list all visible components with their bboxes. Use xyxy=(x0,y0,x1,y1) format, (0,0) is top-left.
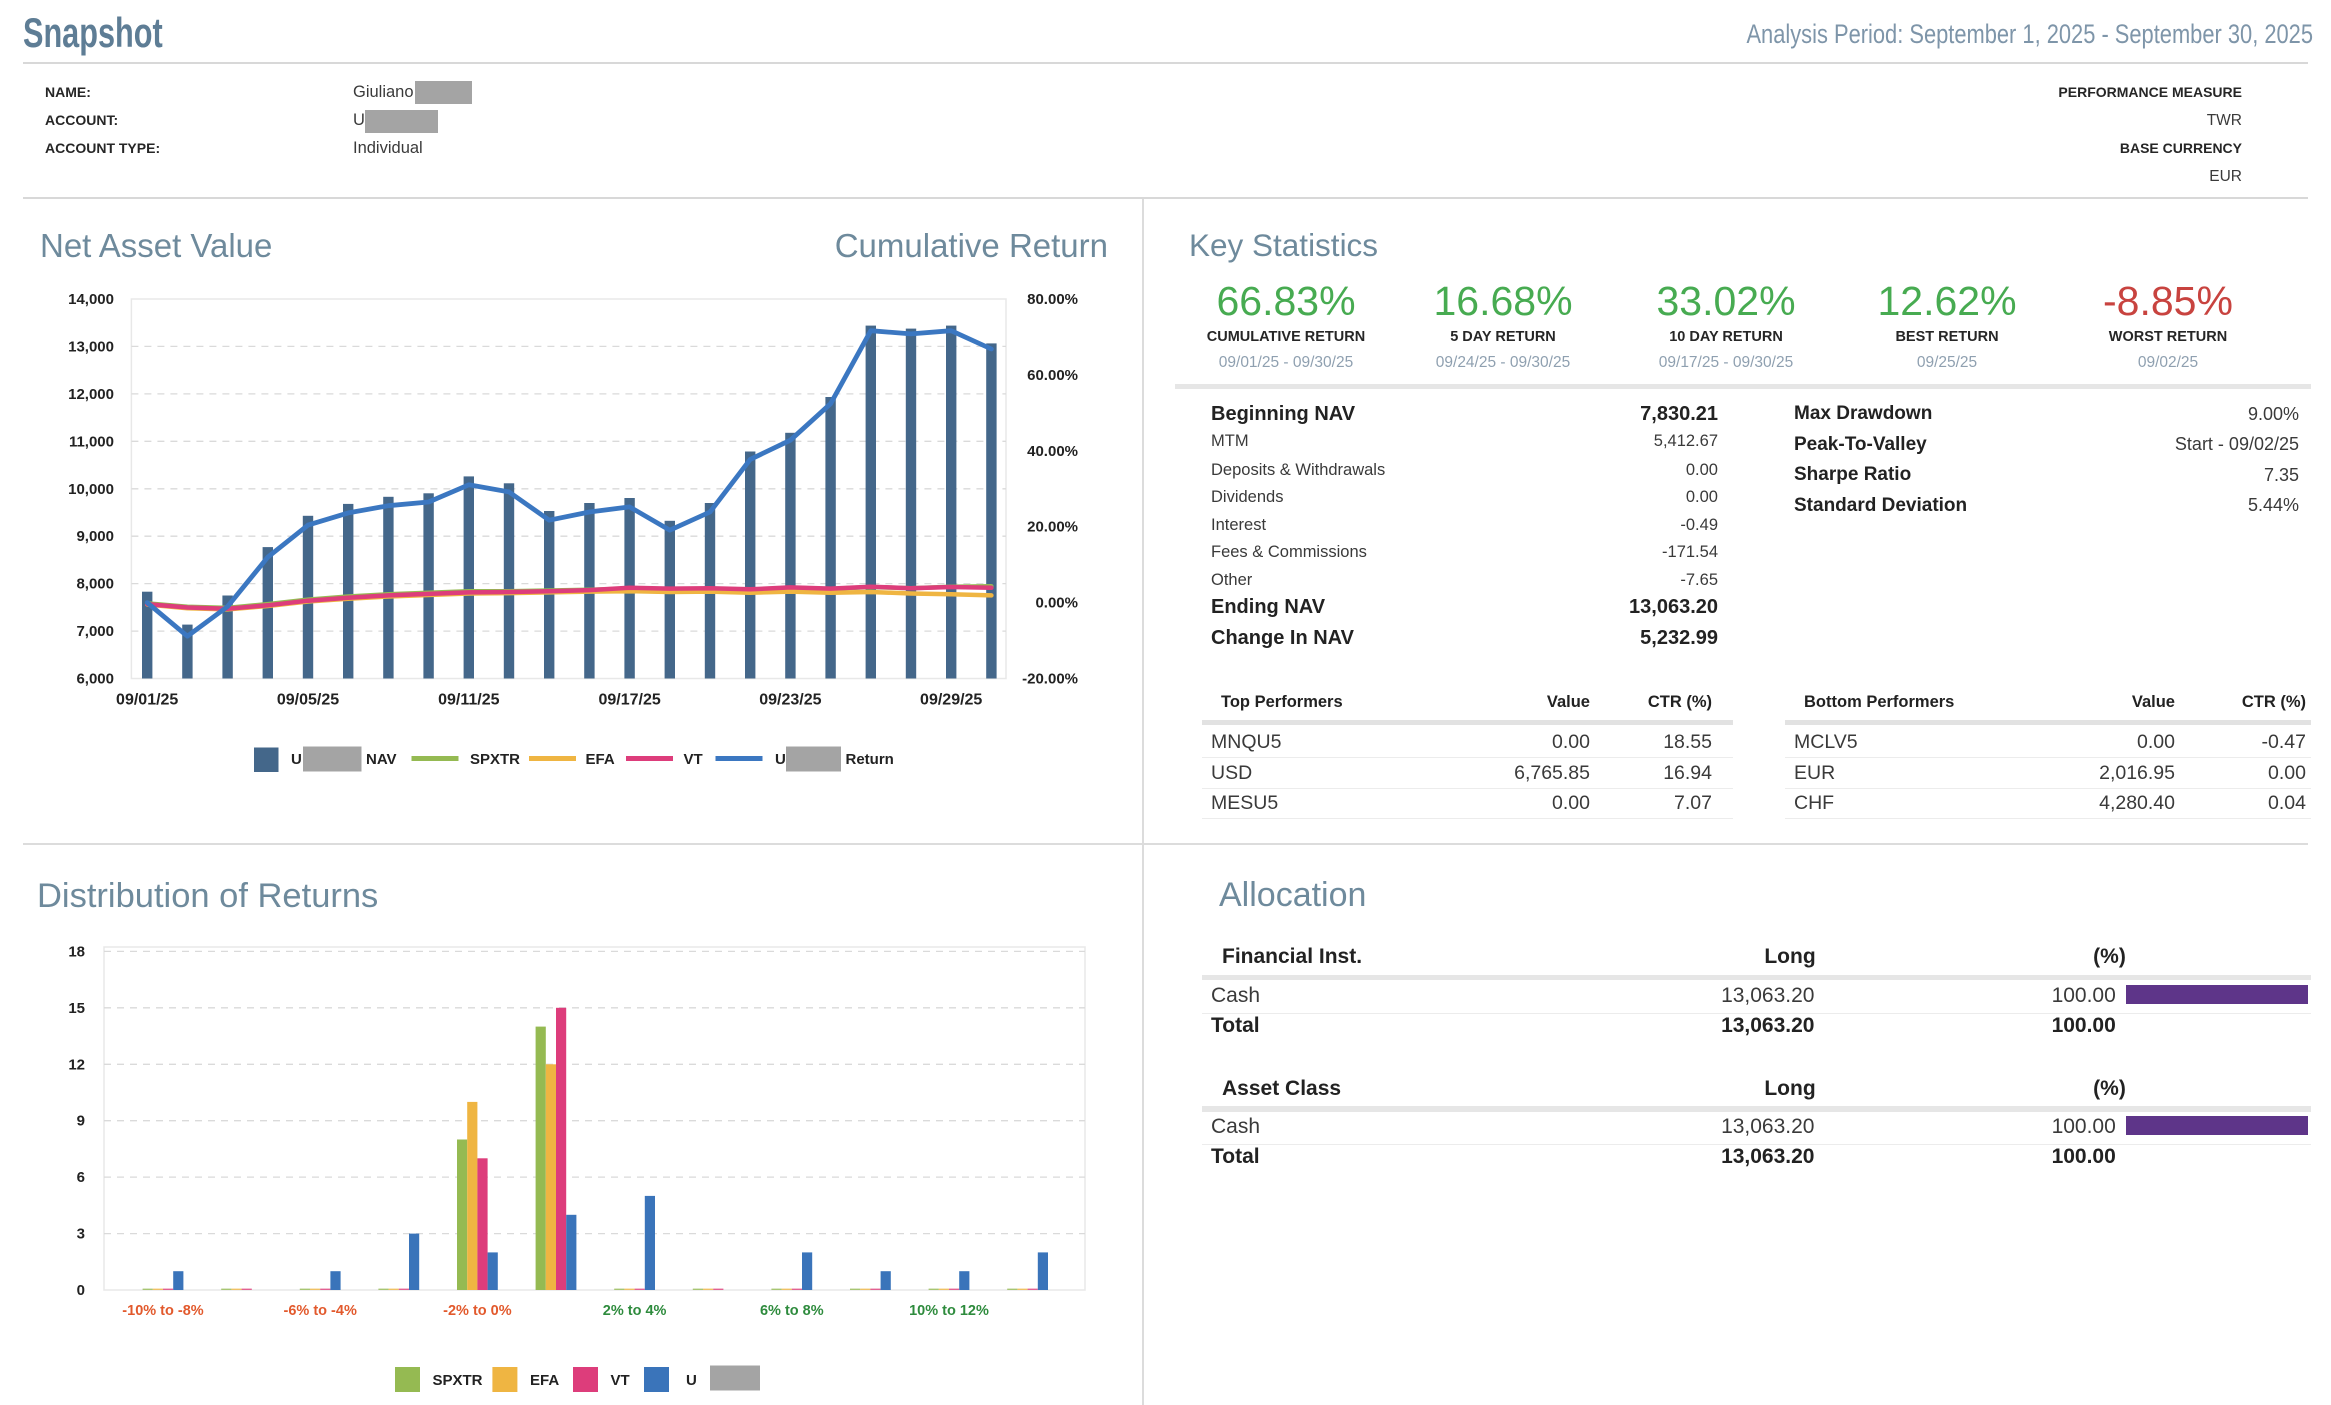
svg-text:6: 6 xyxy=(77,1169,85,1186)
svg-text:18: 18 xyxy=(68,943,85,960)
svg-text:3: 3 xyxy=(77,1226,85,1243)
svg-text:VT: VT xyxy=(611,1372,630,1389)
svg-text:9,000: 9,000 xyxy=(76,528,114,545)
svg-text:-20.00%: -20.00% xyxy=(1022,671,1078,688)
svg-text:0: 0 xyxy=(77,1282,85,1299)
svg-text:09/17/25: 09/17/25 xyxy=(598,692,660,709)
svg-text:15: 15 xyxy=(68,1000,85,1017)
svg-text:6,000: 6,000 xyxy=(76,671,114,688)
svg-text:6% to 8%: 6% to 8% xyxy=(760,1303,824,1319)
svg-text:11,000: 11,000 xyxy=(69,433,114,450)
svg-text:-6% to -4%: -6% to -4% xyxy=(284,1303,357,1319)
svg-text:EFA: EFA xyxy=(530,1372,559,1389)
svg-text:09/05/25: 09/05/25 xyxy=(277,692,339,709)
svg-text:-10% to -8%: -10% to -8% xyxy=(122,1303,203,1319)
svg-text:10% to 12%: 10% to 12% xyxy=(909,1303,989,1319)
svg-text:9: 9 xyxy=(77,1113,85,1130)
svg-text:2% to 4%: 2% to 4% xyxy=(603,1303,667,1319)
svg-text:SPXTR: SPXTR xyxy=(470,751,520,768)
svg-text:14,000: 14,000 xyxy=(68,291,114,308)
svg-text:NAV: NAV xyxy=(366,751,397,768)
svg-text:7,000: 7,000 xyxy=(76,623,114,640)
svg-text:13,000: 13,000 xyxy=(68,338,114,355)
svg-text:SPXTR: SPXTR xyxy=(433,1372,483,1389)
svg-text:10,000: 10,000 xyxy=(68,481,114,498)
svg-text:12,000: 12,000 xyxy=(68,386,114,403)
svg-text:U: U xyxy=(291,751,302,768)
svg-text:8,000: 8,000 xyxy=(76,576,114,593)
svg-text:-2% to 0%: -2% to 0% xyxy=(443,1303,512,1319)
svg-text:U: U xyxy=(686,1372,697,1389)
svg-text:EFA: EFA xyxy=(586,751,615,768)
svg-text:09/11/25: 09/11/25 xyxy=(438,692,500,709)
svg-text:12: 12 xyxy=(68,1056,85,1073)
svg-text:09/01/25: 09/01/25 xyxy=(116,692,178,709)
